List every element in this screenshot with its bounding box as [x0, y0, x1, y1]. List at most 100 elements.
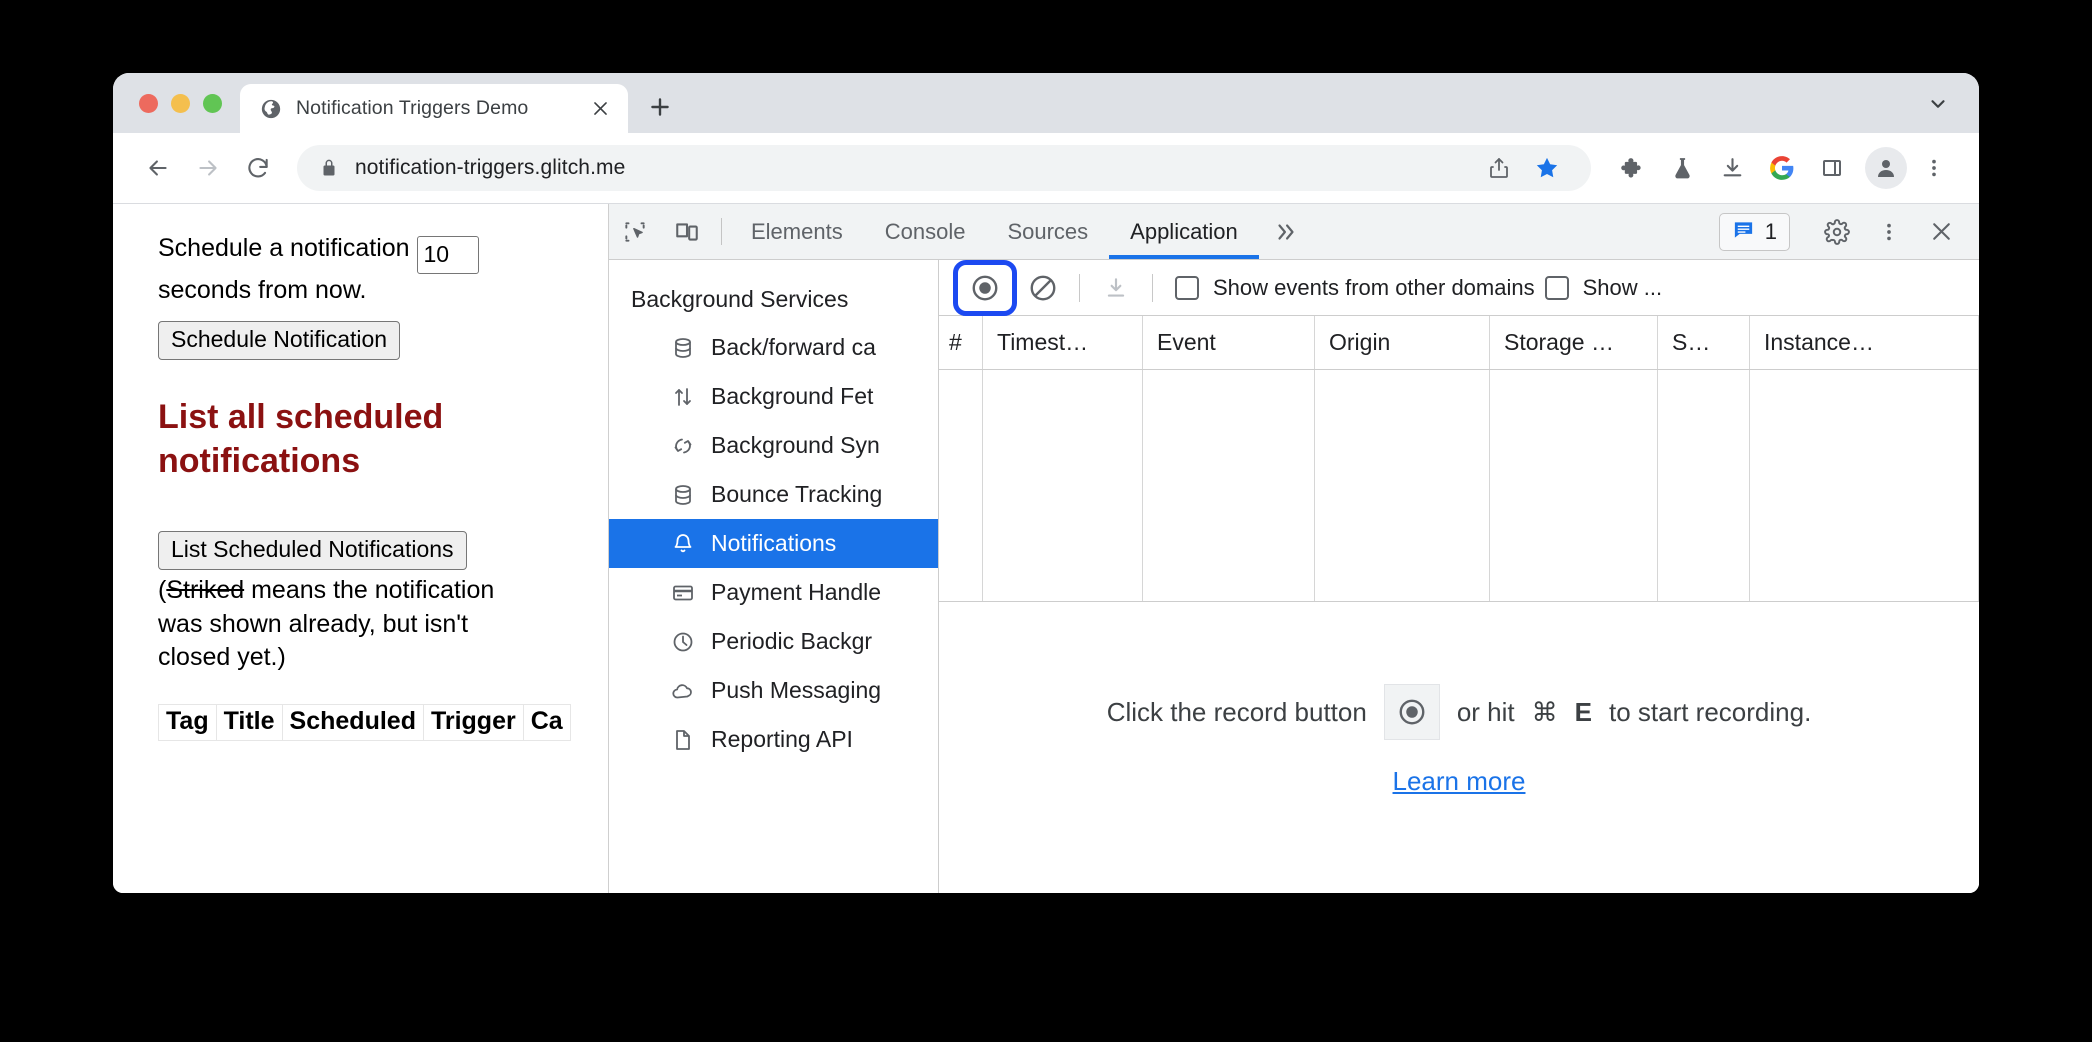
checkbox-label: Show ...: [1582, 274, 1663, 300]
column-header-title: Title: [215, 704, 283, 742]
gear-icon[interactable]: [1811, 218, 1863, 245]
table-column: [1490, 370, 1658, 601]
devtools-tab-bar: Elements Console Sources Application 1: [609, 204, 1979, 260]
sidebar-item-label: Back/forward ca: [711, 334, 876, 360]
bookmark-star-icon[interactable]: [1525, 146, 1569, 190]
arrows-updown-icon: [669, 383, 697, 411]
column-header-timestamp[interactable]: Timest…: [983, 316, 1143, 369]
sidebar-item-payment-handler[interactable]: Payment Handle: [609, 568, 938, 617]
downloads-icon[interactable]: [1709, 145, 1755, 191]
browser-tab[interactable]: Notification Triggers Demo: [240, 84, 628, 133]
sidebar-item-label: Push Messaging: [711, 677, 882, 703]
sidebar-item-back-forward-cache[interactable]: Back/forward ca: [609, 323, 938, 372]
arrow-right-icon[interactable]: [185, 145, 231, 191]
striked-note: (Striked means the notification was show…: [158, 574, 528, 674]
export-events-icon[interactable]: [1092, 264, 1140, 312]
list-button-wrapper: List Scheduled Notifications: [158, 517, 608, 571]
sidebar-item-background-fetch[interactable]: Background Fet: [609, 372, 938, 421]
record-highlight-ring: [953, 259, 1017, 316]
seconds-input[interactable]: [416, 235, 479, 274]
sidebar-item-label: Background Syn: [711, 432, 880, 458]
events-table-body: [939, 370, 1979, 602]
tab-label: Application: [1130, 218, 1238, 244]
window-traffic-lights: [113, 73, 240, 133]
schedule-notification-button[interactable]: Schedule Notification: [158, 320, 401, 361]
sidebar-item-label: Bounce Tracking: [711, 481, 883, 507]
empty-state: Click the record button or hit ⌘ E to st…: [939, 602, 1979, 893]
reload-icon[interactable]: [235, 145, 281, 191]
sidebar-item-periodic-background-sync[interactable]: Periodic Backgr: [609, 617, 938, 666]
address-bar[interactable]: notification-triggers.glitch.me: [297, 145, 1591, 191]
kbd-e-key: E: [1574, 696, 1592, 727]
issues-message-icon: [1732, 218, 1755, 246]
inspect-element-icon[interactable]: [609, 204, 661, 259]
share-icon[interactable]: [1477, 146, 1521, 190]
sidebar-item-push-messaging[interactable]: Push Messaging: [609, 666, 938, 715]
sync-icon: [669, 432, 697, 460]
new-tab-button[interactable]: [638, 85, 682, 129]
column-header-trigger: Trigger: [422, 704, 524, 742]
application-sidebar: Background Services Back/forward ca Back…: [609, 260, 939, 893]
database-icon: [669, 481, 697, 509]
sidebar-item-notifications[interactable]: Notifications: [609, 519, 938, 568]
show-other-domains-checkbox[interactable]: Show events from other domains: [1175, 275, 1535, 301]
column-header-scheduled: Scheduled: [281, 704, 424, 742]
column-header-sw[interactable]: S…: [1658, 316, 1750, 369]
learn-more-link[interactable]: Learn more: [1393, 766, 1526, 797]
device-toolbar-icon[interactable]: [661, 204, 713, 259]
chevron-down-icon[interactable]: [1923, 89, 1953, 119]
window-body: Schedule a notification seconds from now…: [113, 203, 1979, 893]
column-header-event[interactable]: Event: [1143, 316, 1315, 369]
column-header-tag: Tag: [158, 704, 217, 742]
web-page-content: Schedule a notification seconds from now…: [113, 204, 609, 893]
schedule-text-before: Schedule a notification: [158, 234, 417, 262]
tab-console[interactable]: Console: [864, 204, 987, 259]
scheduled-notifications-table: Tag Title Scheduled Trigger Ca: [158, 704, 571, 742]
tab-application[interactable]: Application: [1109, 204, 1259, 259]
extensions-puzzle-icon[interactable]: [1609, 145, 1655, 191]
issues-button[interactable]: 1: [1718, 212, 1790, 251]
devtools-panel: Elements Console Sources Application 1 B…: [609, 204, 1979, 893]
schedule-label: Schedule a notification seconds from now…: [158, 232, 558, 307]
column-header-storage-key[interactable]: Storage …: [1490, 316, 1658, 369]
kbd-cmd-key: ⌘: [1531, 696, 1558, 727]
profile-avatar-icon[interactable]: [1865, 147, 1907, 189]
table-column: [983, 370, 1143, 601]
sidebar-item-background-sync[interactable]: Background Syn: [609, 421, 938, 470]
more-tabs-icon[interactable]: [1259, 204, 1313, 259]
close-tab-button[interactable]: [587, 96, 613, 122]
maximize-window-button[interactable]: [203, 93, 222, 113]
tab-label: Sources: [1007, 218, 1089, 244]
list-scheduled-notifications-button[interactable]: List Scheduled Notifications: [158, 531, 467, 571]
more-vertical-icon[interactable]: [1863, 221, 1915, 243]
sidebar-item-bounce-tracking[interactable]: Bounce Tracking: [609, 470, 938, 519]
clear-events-button[interactable]: [1019, 264, 1067, 312]
column-header-origin[interactable]: Origin: [1315, 316, 1490, 369]
google-g-icon[interactable]: [1759, 145, 1805, 191]
document-icon: [669, 726, 697, 754]
browser-toolbar: notification-triggers.glitch.me: [113, 133, 1979, 203]
tab-label: Elements: [751, 218, 843, 244]
side-panel-icon[interactable]: [1809, 145, 1855, 191]
tab-label: Console: [884, 218, 966, 244]
show-truncated-checkbox[interactable]: Show ...: [1544, 274, 1663, 301]
checkbox-box[interactable]: [1544, 275, 1569, 300]
checkbox-box[interactable]: [1175, 275, 1199, 300]
arrow-left-icon[interactable]: [135, 145, 181, 191]
column-header-index[interactable]: #: [939, 316, 983, 369]
minimize-window-button[interactable]: [171, 93, 190, 113]
tab-sources[interactable]: Sources: [986, 204, 1109, 259]
labs-flask-icon[interactable]: [1659, 145, 1705, 191]
schedule-paragraph: Schedule a notification seconds from now…: [158, 232, 608, 307]
background-services-toolbar: Show events from other domains Show ...: [939, 259, 1979, 316]
record-button-inline[interactable]: [1383, 684, 1440, 740]
close-window-button[interactable]: [139, 93, 158, 113]
bell-icon: [669, 530, 697, 558]
tab-elements[interactable]: Elements: [730, 204, 864, 259]
column-header-instance-id[interactable]: Instance…: [1750, 316, 1979, 369]
sidebar-item-label: Notifications: [711, 530, 837, 556]
browser-menu-icon[interactable]: [1911, 145, 1957, 191]
sidebar-item-reporting-api[interactable]: Reporting API: [609, 715, 938, 764]
sidebar-item-label: Reporting API: [711, 726, 853, 752]
close-devtools-icon[interactable]: [1915, 219, 1967, 244]
